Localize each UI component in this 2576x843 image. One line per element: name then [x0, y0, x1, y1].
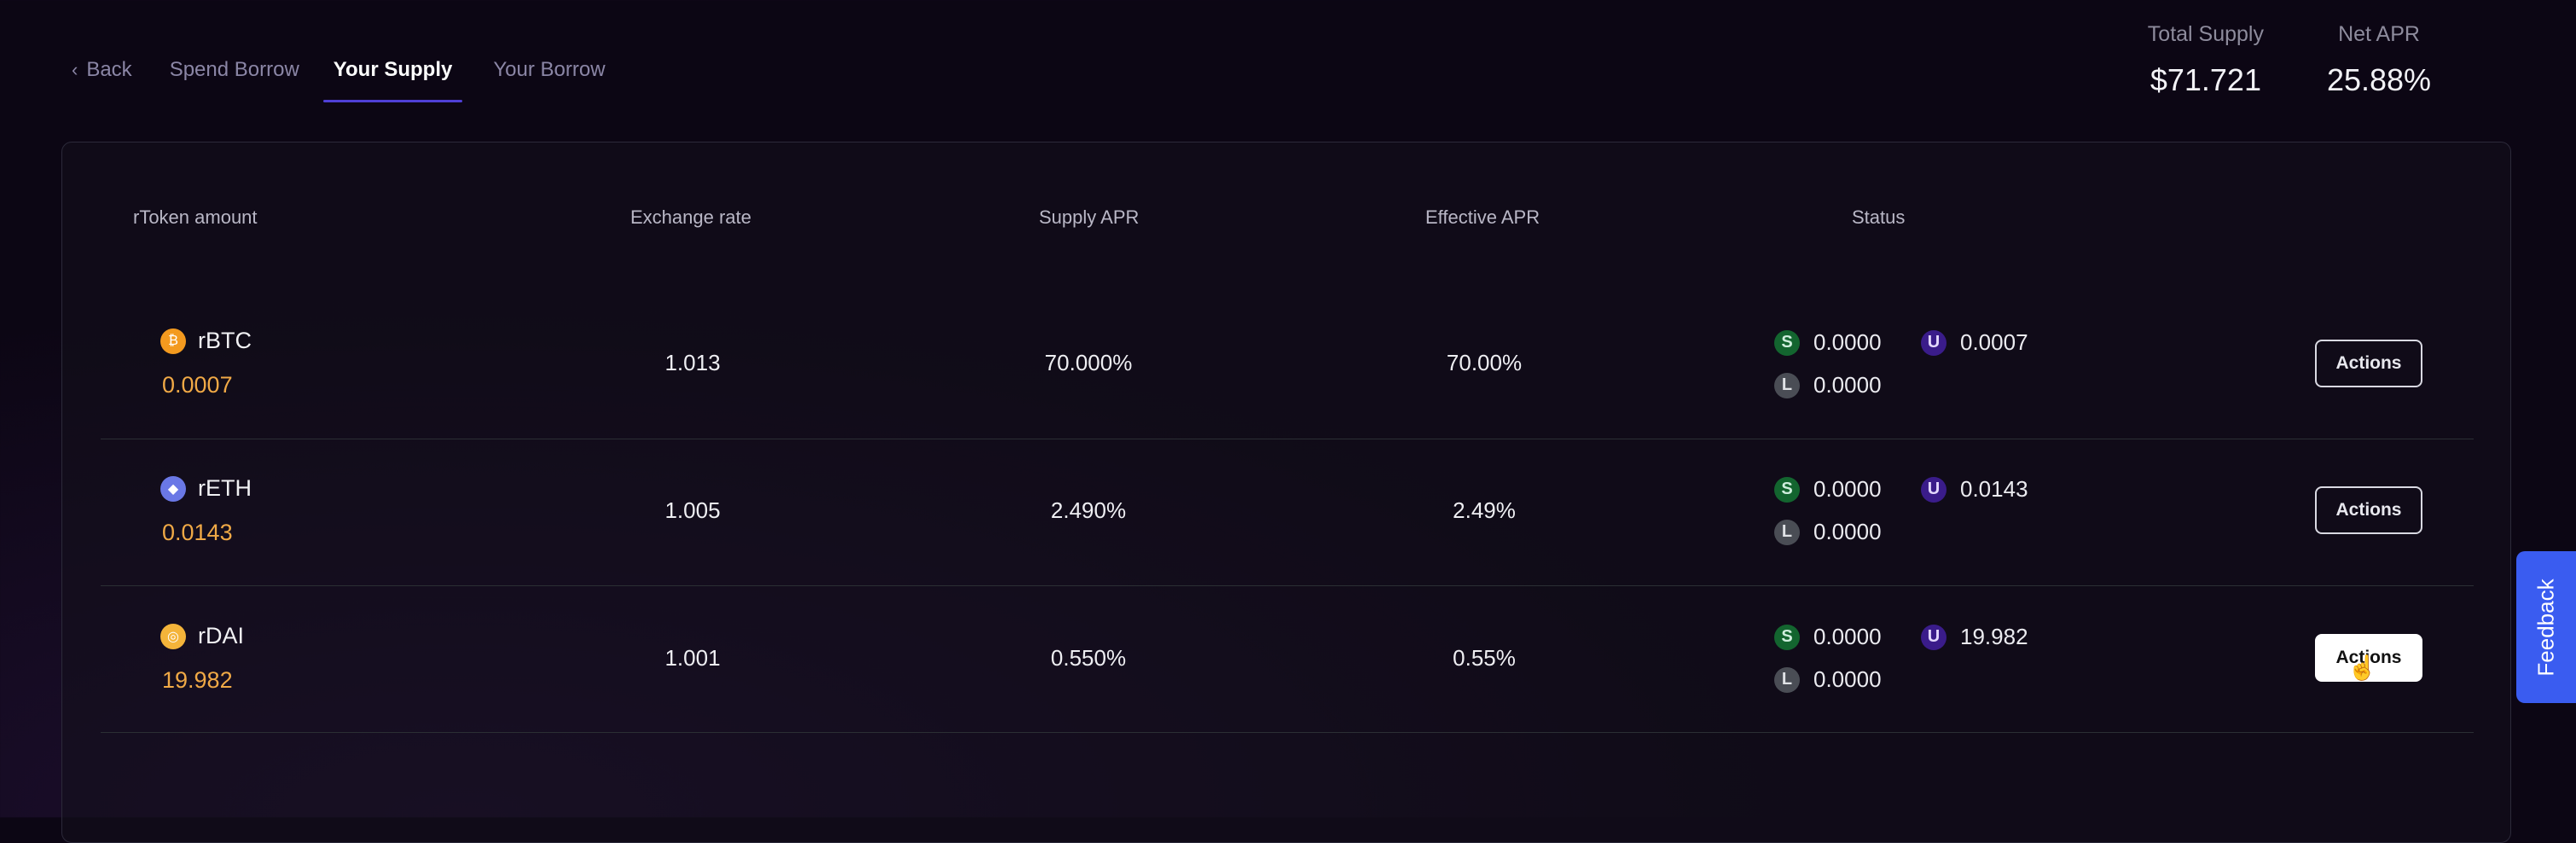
exchange-rate-value: 1.001 — [664, 645, 721, 671]
effective-apr-value: 70.00% — [1446, 350, 1523, 375]
status-locked: L 0.0000 — [1774, 666, 1882, 693]
tab-spend-borrow[interactable]: Spend Borrow — [170, 55, 299, 102]
top-nav: ‹ Back Spend Borrow Your Supply Your Borr… — [72, 55, 640, 102]
status-u-badge: U — [1921, 624, 1947, 650]
status-s-value: 0.0000 — [1813, 624, 1882, 649]
hand-cursor-icon: ☝ — [2347, 654, 2377, 681]
status-s-badge: S — [1774, 329, 1800, 356]
total-supply-stat: Total Supply $71.721 — [2148, 22, 2264, 98]
token-label: rBTC — [198, 328, 252, 353]
status-used: U 0.0143 — [1921, 476, 2028, 503]
token-name: ◎ rDAI — [160, 623, 244, 649]
status-l-badge: L — [1774, 372, 1800, 398]
dai-icon: ◎ — [160, 623, 186, 649]
status-u-value: 0.0007 — [1960, 329, 2028, 355]
table-row — [101, 292, 2474, 439]
header-status: Status — [1852, 206, 1906, 228]
feedback-tab[interactable]: Feedback — [2516, 551, 2576, 703]
total-supply-value: $71.721 — [2150, 62, 2261, 97]
status-l-badge: L — [1774, 519, 1800, 545]
status-l-badge: L — [1774, 666, 1800, 693]
status-l-value: 0.0000 — [1813, 666, 1882, 692]
status-used: U 19.982 — [1921, 624, 2028, 650]
supply-apr-value: 2.490% — [1050, 497, 1127, 523]
bitcoin-icon: ₿ — [160, 328, 186, 354]
table-row — [101, 439, 2474, 586]
token-amount: 0.0007 — [162, 372, 233, 398]
feedback-label: Feedback — [2532, 578, 2559, 677]
token-amount: 0.0143 — [162, 520, 233, 545]
summary-stats: Total Supply $71.721 Net APR 25.88% — [2148, 22, 2433, 98]
status-supplied: S 0.0000 — [1774, 329, 1882, 356]
back-link[interactable]: ‹ Back — [72, 55, 132, 102]
token-name: ◆ rETH — [160, 475, 252, 502]
status-supplied: S 0.0000 — [1774, 476, 1882, 503]
chevron-left-icon: ‹ — [72, 59, 78, 80]
exchange-rate-value: 1.005 — [664, 497, 721, 523]
status-s-badge: S — [1774, 476, 1800, 503]
net-apr-label: Net APR — [2338, 22, 2420, 46]
status-l-value: 0.0000 — [1813, 519, 1882, 544]
status-s-value: 0.0000 — [1813, 329, 1882, 355]
supply-apr-value: 70.000% — [1044, 350, 1133, 375]
supply-apr-value: 0.550% — [1050, 645, 1127, 671]
tab-your-borrow[interactable]: Your Borrow — [493, 55, 605, 102]
header-effective-apr: Effective APR — [1425, 206, 1540, 228]
header-exchange-rate: Exchange rate — [630, 206, 751, 228]
token-name: ₿ rBTC — [160, 328, 252, 354]
back-label: Back — [86, 58, 132, 81]
effective-apr-value: 0.55% — [1453, 645, 1516, 671]
status-u-value: 19.982 — [1960, 624, 2028, 649]
effective-apr-value: 2.49% — [1453, 497, 1516, 523]
status-l-value: 0.0000 — [1813, 372, 1882, 398]
status-used: U 0.0007 — [1921, 329, 2028, 356]
token-label: rDAI — [198, 623, 244, 648]
status-u-value: 0.0143 — [1960, 476, 2028, 502]
table-row — [101, 585, 2474, 733]
actions-button[interactable]: Actions — [2315, 486, 2422, 534]
status-u-badge: U — [1921, 476, 1947, 503]
actions-button[interactable]: Actions — [2315, 340, 2422, 387]
tab-your-supply[interactable]: Your Supply — [322, 55, 462, 102]
status-supplied: S 0.0000 — [1774, 624, 1882, 650]
status-u-badge: U — [1921, 329, 1947, 356]
header-rtoken-amount: rToken amount — [133, 206, 258, 228]
status-s-value: 0.0000 — [1813, 476, 1882, 502]
net-apr-stat: Net APR 25.88% — [2325, 22, 2433, 98]
ethereum-icon: ◆ — [160, 475, 186, 502]
status-locked: L 0.0000 — [1774, 372, 1882, 398]
exchange-rate-value: 1.013 — [664, 350, 721, 375]
status-s-badge: S — [1774, 624, 1800, 650]
net-apr-value: 25.88% — [2326, 62, 2432, 97]
token-label: rETH — [198, 475, 252, 501]
status-locked: L 0.0000 — [1774, 519, 1882, 545]
header-supply-apr: Supply APR — [1039, 206, 1140, 228]
total-supply-label: Total Supply — [2147, 22, 2264, 46]
token-amount: 19.982 — [162, 667, 233, 693]
